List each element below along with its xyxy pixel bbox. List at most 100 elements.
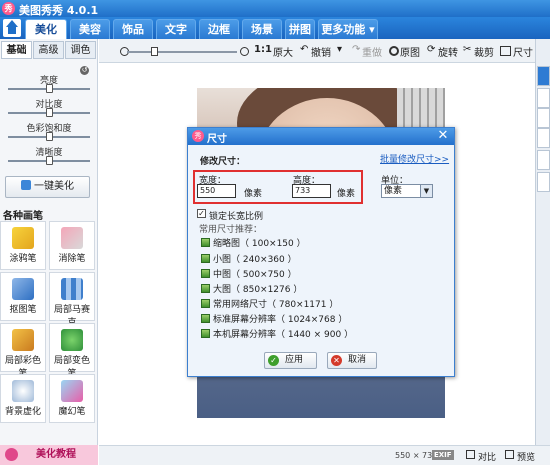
preset-label: 本机屏幕分辨率（ 1440 × 900 ） [213,330,354,340]
one-click-beautify-button[interactable]: 一键美化 [5,176,90,198]
right-tab-1[interactable] [537,66,550,86]
dialog-title-bar[interactable] [188,128,454,145]
blur-icon [12,380,34,402]
preview-icon[interactable] [505,450,514,459]
brush-mosaic[interactable]: 局部马赛克 [49,272,95,328]
brush-doodle[interactable]: 涂鸦笔 [0,221,46,270]
crop-icon[interactable]: ✂ [463,44,471,55]
home-icon[interactable] [3,19,21,37]
check-icon: ✓ [268,355,279,366]
dialog-logo-icon: 秀 [192,130,204,142]
image-icon [201,314,210,323]
preset-label: 大图（ 850×1276 ） [213,285,303,295]
brush-local-color[interactable]: 局部彩色笔 [0,323,46,379]
zoom-slider[interactable] [127,51,237,53]
slider-brightness[interactable] [8,84,90,93]
right-tab-3[interactable] [537,108,550,128]
redo-icon[interactable]: ↷ [352,44,360,55]
slider-knob[interactable] [46,108,53,117]
undo-icon[interactable]: ↶ [300,44,308,55]
brush-eraser[interactable]: 消除笔 [49,221,95,270]
right-tab-4[interactable] [537,128,550,148]
lock-ratio-checkbox[interactable]: ✓ [197,209,206,218]
tab-beautify[interactable]: 美化 [25,19,67,39]
resize-icon[interactable] [500,46,511,56]
size-button[interactable]: 尺寸 [513,44,533,59]
preset-standard-screen[interactable]: 标准屏幕分辨率（ 1024×768 ） [201,312,348,325]
lock-ratio-label: 锁定长宽比例 [209,212,264,222]
tab-more-features[interactable]: 更多功能 ▾ [318,19,378,39]
tab-scene[interactable]: 场景 [242,19,282,39]
preset-local-screen[interactable]: 本机屏幕分辨率（ 1440 × 900 ） [201,327,354,340]
color-pen-icon [12,329,34,351]
original-icon[interactable] [389,46,399,56]
right-tab-6[interactable] [537,172,550,192]
chevron-down-icon[interactable]: ▼ [420,185,432,197]
tab-accessories[interactable]: 饰品 [113,19,153,39]
preset-label: 常用网络尺寸（ 780×1171 ） [213,300,339,310]
preset-small[interactable]: 小图（ 240×360 ） [201,252,297,265]
tab-text[interactable]: 文字 [156,19,196,39]
brush-label: 魔幻笔 [58,407,86,417]
original-button[interactable]: 原图 [400,44,420,59]
brush-magic[interactable]: 魔幻笔 [49,374,95,423]
rotate-icon[interactable]: ⟳ [427,44,435,55]
rotate-button[interactable]: 旋转 [438,44,458,59]
brush-label: 抠图笔 [9,305,37,315]
brush-recolor[interactable]: 局部变色笔 [49,323,95,379]
preview-button[interactable]: 预览 [517,450,535,463]
undo-button[interactable]: 撤销 [311,44,331,59]
subtab-advanced[interactable]: 高级 [33,41,64,59]
zoom-in-icon[interactable] [240,47,249,56]
slider-knob[interactable] [46,84,53,93]
preset-web[interactable]: 常用网络尺寸（ 780×1171 ） [201,297,339,310]
recolor-icon [61,329,83,351]
compare-button[interactable]: 对比 [478,450,496,463]
height-unit: 像素 [337,189,356,199]
tab-beauty[interactable]: 美容 [70,19,110,39]
preset-label: 小图（ 240×360 ） [213,255,297,265]
original-size-button[interactable]: 原大 [273,44,293,59]
redo-button[interactable]: 重做 [362,44,382,59]
image-icon [201,299,210,308]
compare-icon[interactable] [466,450,475,459]
presets-title: 常用尺寸推荐： [199,225,263,235]
slider-saturation[interactable] [8,132,90,141]
dropdown-icon[interactable]: ▾ [337,44,342,55]
batch-resize-link[interactable]: 批量修改尺寸>> [380,152,449,165]
magic-wand-icon [21,180,31,190]
image-icon [201,254,210,263]
image-icon [201,329,210,338]
doodle-pen-icon [12,227,34,249]
brush-background-blur[interactable]: 背景虚化 [0,374,46,423]
subtab-color[interactable]: 调色 [65,41,96,59]
crop-button[interactable]: 裁剪 [474,44,494,59]
right-tab-5[interactable] [537,150,550,170]
preset-medium[interactable]: 中图（ 500×750 ） [201,267,297,280]
brush-cutout[interactable]: 抠图笔 [0,272,46,321]
subtab-basic[interactable]: 基础 [1,41,32,59]
preset-thumbnail[interactable]: 缩略图（ 100×150 ） [201,236,306,249]
slider-knob[interactable] [46,156,53,165]
preset-label: 缩略图（ 100×150 ） [213,239,306,249]
preset-large[interactable]: 大图（ 850×1276 ） [201,282,303,295]
brushes-title: 各种画笔 [3,211,43,222]
image-icon [201,238,210,247]
zoom-slider-knob[interactable] [151,47,158,56]
preset-label: 标准屏幕分辨率（ 1024×768 ） [213,315,348,325]
image-dimensions: 550 × 733 [395,451,438,460]
height-input[interactable]: 733 [292,184,331,198]
dialog-title: 尺寸 [207,134,227,145]
tab-frame[interactable]: 边框 [199,19,239,39]
ratio-label: 1:1 [254,44,272,55]
exif-badge[interactable]: EXIF [432,450,454,460]
right-tab-2[interactable] [537,88,550,108]
slider-sharpness[interactable] [8,156,90,165]
slider-contrast[interactable] [8,108,90,117]
tab-collage[interactable]: 拼图 [285,19,315,39]
close-icon[interactable]: ✕ [436,129,450,143]
width-input[interactable]: 550 [197,184,236,198]
slider-knob[interactable] [46,132,53,141]
brush-label: 背景虚化 [4,407,41,417]
app-title: 美图秀秀 4.0.1 [19,4,99,17]
